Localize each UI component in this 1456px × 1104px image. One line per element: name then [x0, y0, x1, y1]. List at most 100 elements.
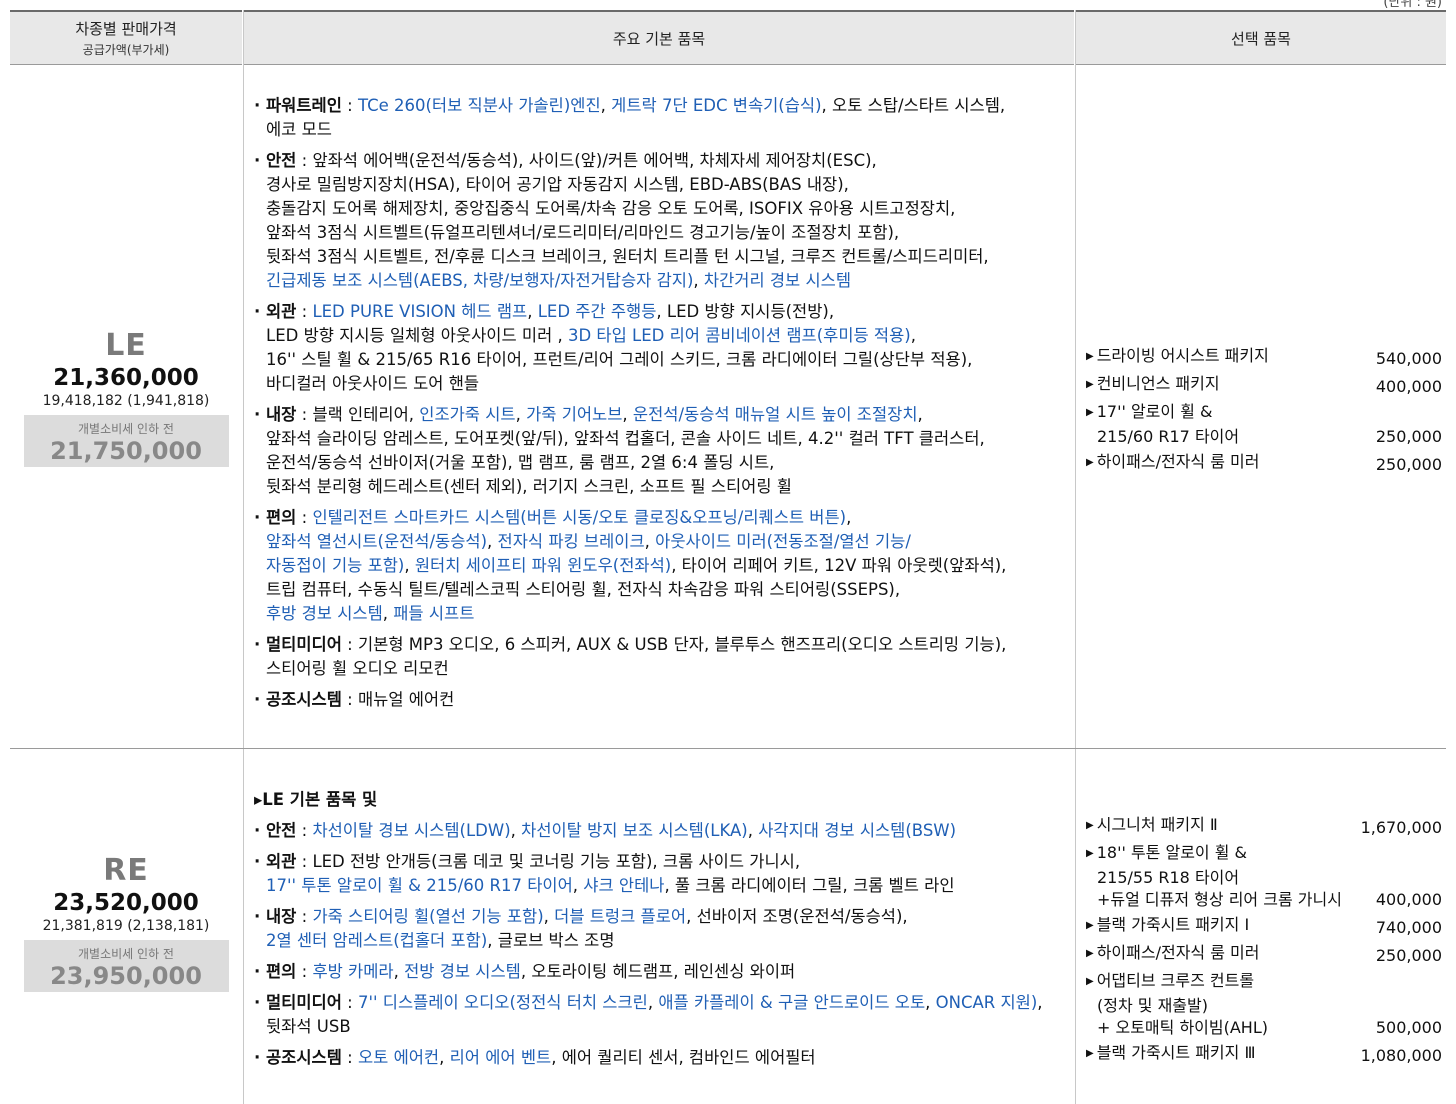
spec-item-1: 외관 : LED 전방 안개등(크롬 데코 및 코너링 기능 포함), 크롬 사…	[254, 850, 1066, 898]
spec-item-4: 편의 : 인텔리전트 스마트카드 시스템(버튼 시동/오토 클로징&오프닝/리퀘…	[254, 506, 1066, 626]
option-price: 400,000	[1375, 377, 1442, 396]
feature-text: ,	[393, 962, 405, 981]
pre-tax-cut-price: 21,750,000	[50, 437, 202, 465]
highlighted-feature: 2열 센터 암레스트(컵홀더 포함)	[266, 931, 488, 950]
highlighted-feature: LED PURE VISION 헤드 램프	[312, 302, 528, 321]
header-option-items: 선택 품목	[1076, 10, 1446, 65]
option-name: ▶ 시그니처 패키지 Ⅱ	[1086, 815, 1218, 834]
pre-tax-cut-box: 개별소비세 인하 전 23,950,000	[23, 940, 229, 992]
highlighted-feature: 전방 경보 시스템	[404, 962, 521, 981]
spec-item-6: 공조시스템 : 매뉴얼 에어컨	[254, 688, 1066, 712]
highlighted-feature: TCe 260(터보 직분사 가솔린)엔진	[357, 96, 601, 115]
highlighted-feature: 게트락 7단 EDC 변속기(습식)	[611, 96, 822, 115]
spec-item-0: 안전 : 차선이탈 경보 시스템(LDW), 차선이탈 방지 보조 시스템(LK…	[254, 819, 1066, 843]
spec-category-label: 외관	[266, 302, 297, 321]
spec-category-label: 내장	[266, 405, 297, 424]
option-row: ▶ 하이패스/전자식 룸 미러 250,000	[1086, 942, 1442, 967]
bullet-triangle-icon: ▶	[1086, 948, 1094, 959]
spec-category-label: 공조시스템	[266, 1048, 342, 1067]
option-row: ▶ 하이패스/전자식 룸 미러 250,000	[1086, 451, 1442, 476]
bullet-triangle-icon: ▶	[1086, 920, 1094, 931]
feature-text: 매뉴얼 에어컨	[357, 690, 455, 709]
feature-text: ,	[846, 508, 852, 527]
header-option-title: 선택 품목	[1231, 29, 1291, 48]
option-row: ▶ 어댑티브 크루즈 컨트롤 (정차 및 재출발) + 오토매틱 하이빔(AHL) 50…	[1086, 970, 1442, 1039]
option-name: ▶ 컨비니언스 패키지	[1086, 374, 1220, 393]
highlighted-feature: 후방 카메라	[312, 962, 394, 981]
spec-category-label: 멀티미디어	[266, 993, 342, 1012]
option-name: ▶ 하이패스/전자식 룸 미러	[1086, 452, 1260, 471]
option-price: 500,000	[1375, 1018, 1442, 1037]
feature-text: ,	[439, 1048, 450, 1067]
feature-text: ,	[925, 993, 936, 1012]
highlighted-feature: 더블 트렁크 플로어	[554, 907, 687, 926]
trim-supply-price: 19,418,182 (1,941,818)	[42, 393, 210, 409]
spec-category-label: 편의	[266, 962, 297, 981]
pre-tax-cut-label: 개별소비세 인하 전	[78, 947, 174, 961]
highlighted-feature: ONCAR 지원)	[935, 993, 1038, 1012]
highlighted-feature: 패들 시프트	[393, 604, 475, 623]
spec-item-3: 편의 : 후방 카메라, 전방 경보 시스템, 오토라이팅 헤드램프, 레인센싱…	[254, 960, 1066, 984]
spec-category-label: 외관	[266, 852, 297, 871]
bullet-triangle-icon: ▶	[1086, 1048, 1094, 1059]
highlighted-feature: 긴급제동 보조 시스템(AEBS, 차량/보행자/자전거탑승자 감지)	[266, 271, 694, 290]
highlighted-feature: 애플 카플레이 & 구글 안드로이드 오토	[658, 993, 926, 1012]
trim-name: LE	[105, 328, 147, 363]
option-name: ▶ 블랙 가죽시트 패키지 Ⅲ	[1086, 1043, 1256, 1062]
bullet-triangle-icon: ▶	[1086, 457, 1094, 468]
feature-text: ,	[404, 556, 415, 575]
feature-text: ,	[600, 96, 612, 115]
feature-text: ,	[487, 532, 498, 551]
bullet-triangle-icon: ▶	[1086, 407, 1094, 418]
trim-price: 21,360,000	[53, 365, 199, 391]
row-divider	[10, 748, 1446, 749]
bullet-triangle-icon: ▶	[1086, 976, 1094, 987]
bullet-triangle-icon: ▶	[1086, 379, 1094, 390]
highlighted-feature: 운전석/동승석 매뉴얼 시트 높이 조절장치	[632, 405, 918, 424]
highlighted-feature: 17'' 투톤 알로이 휠 & 215/60 R17 타이어	[266, 876, 573, 895]
unit-label: (단위 : 원)	[1383, 0, 1442, 10]
feature-text: LED 전방 안개등(크롬 데코 및 코너링 기능 포함), 크롬 사이드 가니…	[312, 852, 801, 871]
option-row: ▶ 시그니처 패키지 Ⅱ 1,670,000	[1086, 814, 1442, 839]
spec-item-5: 멀티미디어 : 기본형 MP3 오디오, 6 스피커, AUX & USB 단자…	[254, 633, 1066, 681]
column-divider	[1075, 10, 1076, 1104]
feature-text: 기본형 MP3 오디오, 6 스피커, AUX & USB 단자, 블루투스 핸…	[266, 635, 1007, 678]
spec-item-3: 내장 : 블랙 인테리어, 인조가죽 시트, 가죽 기어노브, 운전석/동승석 …	[254, 403, 1066, 499]
option-name: ▶ 17'' 알로이 휠 & 215/60 R17 타이어	[1086, 402, 1240, 446]
re-basic-items: ▸LE 기본 품목 및 안전 : 차선이탈 경보 시스템(LDW), 차선이탈 …	[254, 788, 1066, 1077]
feature-text: ,	[572, 876, 584, 895]
option-row: ▶ 17'' 알로이 휠 & 215/60 R17 타이어 250,000	[1086, 401, 1442, 448]
highlighted-feature: 오토 에어컨	[357, 1048, 440, 1067]
option-name: ▶ 하이패스/전자식 룸 미러	[1086, 943, 1260, 962]
re-intro-line: ▸LE 기본 품목 및	[254, 790, 378, 809]
option-price: 250,000	[1375, 946, 1442, 965]
trim-le-price-cell: LE 21,360,000 19,418,182 (1,941,818) 개별소…	[10, 328, 242, 467]
header-basic-items: 주요 기본 품목	[244, 10, 1074, 65]
header-basic-title: 주요 기본 품목	[612, 29, 706, 48]
option-row: ▶ 블랙 가죽시트 패키지 Ⅲ 1,080,000	[1086, 1042, 1442, 1067]
option-name: ▶ 드라이빙 어시스트 패키지	[1086, 346, 1269, 365]
feature-text: ,	[382, 604, 394, 623]
feature-text: ,	[647, 993, 659, 1012]
spec-item-2: 외관 : LED PURE VISION 헤드 램프, LED 주간 주행등, …	[254, 300, 1066, 396]
highlighted-feature: 앞좌석 열선시트(운전석/동승석)	[266, 532, 488, 551]
spec-category-label: 편의	[266, 508, 297, 527]
highlighted-feature: 원터치 세이프티 파워 윈도우(전좌석)	[414, 556, 672, 575]
highlighted-feature: 사각지대 경보 시스템(BSW)	[758, 821, 957, 840]
highlighted-feature: 가죽 스티어링 휠(열선 기능 포함)	[312, 907, 544, 926]
column-divider	[243, 10, 244, 1104]
feature-text: 블랙 인테리어,	[312, 405, 420, 424]
feature-text: , 글로브 박스 조명	[487, 931, 615, 950]
feature-text: , 에어 퀄리티 센서, 컴바인드 에어필터	[551, 1048, 816, 1067]
pre-tax-cut-price: 23,950,000	[50, 962, 202, 990]
option-row: ▶ 블랙 가죽시트 패키지 Ⅰ 740,000	[1086, 914, 1442, 939]
trim-name: RE	[103, 853, 149, 888]
option-price: 400,000	[1375, 890, 1442, 909]
feature-text: ,	[644, 532, 656, 551]
re-option-items: ▶ 시그니처 패키지 Ⅱ 1,670,000 ▶ 18'' 투톤 알로이 휠 & 215/…	[1086, 814, 1442, 1070]
spec-item-1: 안전 : 앞좌석 에어백(운전석/동승석), 사이드(앞)/커튼 에어백, 차체…	[254, 149, 1066, 293]
feature-text: , 풀 크롬 라디에이터 그릴, 크롬 벨트 라인	[664, 876, 955, 895]
bullet-triangle-icon: ▶	[1086, 351, 1094, 362]
option-price: 740,000	[1375, 918, 1442, 937]
le-basic-items: 파워트레인 : TCe 260(터보 직분사 가솔린)엔진, 게트락 7단 ED…	[254, 94, 1066, 719]
